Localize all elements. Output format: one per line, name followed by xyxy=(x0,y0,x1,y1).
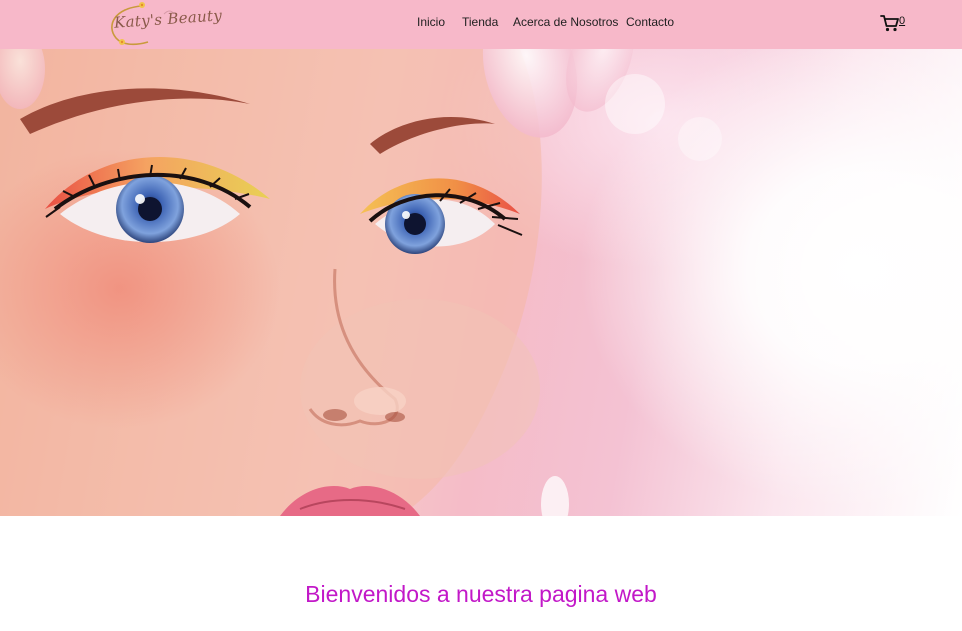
hero-face-image xyxy=(0,49,722,516)
cart-icon xyxy=(880,15,899,32)
nav-inicio[interactable]: Inicio xyxy=(417,15,445,29)
nav-contacto[interactable]: Contacto xyxy=(626,15,674,29)
site-header: Katy's Beauty Inicio Tienda Acerca de No… xyxy=(0,0,962,49)
welcome-heading: Bienvenidos a nuestra pagina web xyxy=(305,581,657,607)
hero-banner xyxy=(0,49,962,516)
cart-count: 0 xyxy=(899,15,906,27)
nav-tienda[interactable]: Tienda xyxy=(462,15,498,29)
nav-acerca-de-nosotros[interactable]: Acerca de Nosotros xyxy=(513,15,618,29)
cart-button[interactable]: 0 xyxy=(880,13,912,35)
main-nav: Inicio Tienda Acerca de Nosotros Contact… xyxy=(0,0,962,49)
